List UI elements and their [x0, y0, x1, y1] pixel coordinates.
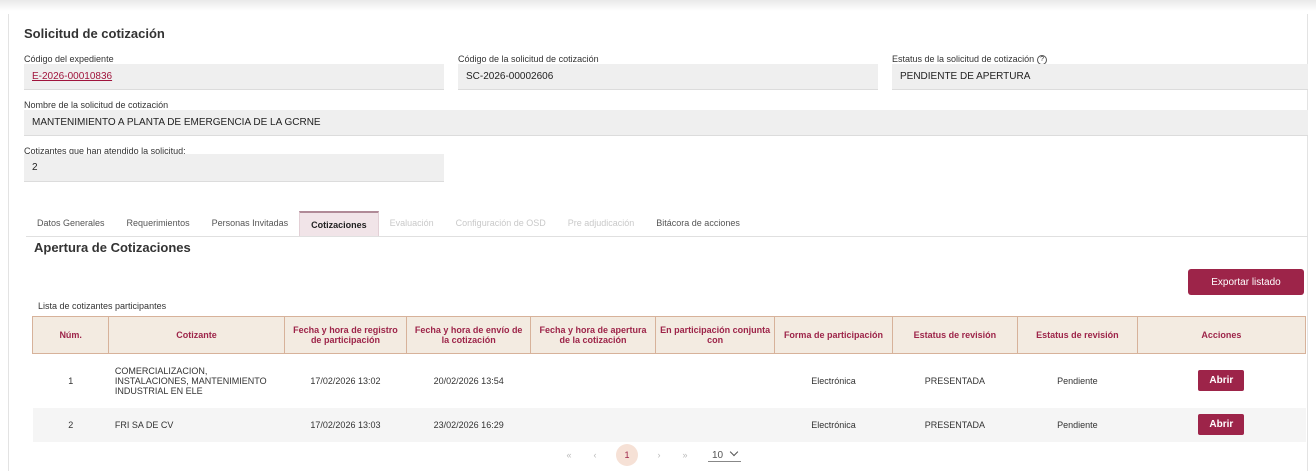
cell-cotizante: FRI SA DE CV: [108, 407, 285, 442]
cell-estatus-2: Pendiente: [1017, 407, 1138, 442]
page-size-value: 10: [712, 449, 724, 461]
cell-forma: Electrónica: [774, 407, 893, 442]
cell-estatus: PRESENTADA: [892, 407, 1018, 442]
section-title: Apertura de Cotizaciones: [34, 240, 191, 255]
header-estatus: Estatus de revisión: [891, 316, 1019, 354]
table-row: 2 FRI SA DE CV 17/02/2026 13:03 23/02/20…: [32, 407, 1306, 442]
tab-datos-generales[interactable]: Datos Generales: [26, 211, 116, 237]
cell-conjunta: [655, 407, 775, 442]
cell-acciones: Abrir: [1137, 407, 1306, 442]
cell-conjunta: [655, 353, 775, 408]
tab-requerimientos[interactable]: Requerimientos: [116, 211, 201, 237]
table-header-row: Núm. Cotizante Fecha y hora de registro …: [31, 316, 1307, 354]
abrir-button[interactable]: Abrir: [1198, 370, 1245, 392]
cell-envio: 23/02/2026 16:29: [406, 407, 531, 442]
list-title: Lista de cotizantes participantes: [38, 301, 167, 311]
first-page-button[interactable]: «: [556, 450, 582, 460]
estatus-field: PENDIENTE DE APERTURA: [892, 64, 1308, 90]
header-cotizante: Cotizante: [108, 316, 285, 354]
header-conjunta: En participación conjunta con: [655, 316, 776, 354]
next-page-button[interactable]: ›: [646, 450, 672, 460]
tab-bar: Datos Generales Requerimientos Personas …: [26, 211, 751, 237]
prev-page-button[interactable]: ‹: [582, 450, 608, 460]
expediente-link[interactable]: E-2026-00010836: [24, 64, 444, 90]
last-page-button[interactable]: »: [672, 450, 698, 460]
estatus-label-text: Estatus de la solicitud de cotización: [892, 54, 1035, 64]
cell-forma: Electrónica: [774, 353, 893, 408]
top-shadow-bar: [0, 0, 1316, 11]
solicitud-label: Código de la solicitud de cotización: [458, 54, 599, 64]
nombre-field: MANTENIMIENTO A PLANTA DE EMERGENCIA DE …: [24, 110, 1308, 136]
pagination: « ‹ 1 › » 10: [556, 444, 742, 466]
abrir-button[interactable]: Abrir: [1198, 414, 1245, 435]
cell-cotizante: COMERCIALIZACION, INSTALACIONES, MANTENI…: [108, 353, 285, 408]
page-size-select[interactable]: 10: [708, 447, 742, 462]
current-page[interactable]: 1: [616, 444, 638, 466]
header-apertura: Fecha y hora de apertura de la cotizació…: [530, 316, 657, 354]
chevron-down-icon: [729, 447, 739, 456]
tab-personas-invitadas[interactable]: Personas Invitadas: [201, 211, 300, 237]
cell-num: 2: [32, 407, 109, 442]
header-envio: Fecha y hora de envío de la cotización: [406, 316, 532, 354]
cotizantes-table: Núm. Cotizante Fecha y hora de registro …: [31, 316, 1307, 442]
header-registro: Fecha y hora de registro de participació…: [283, 316, 408, 354]
header-estatus-2: Estatus de revisión: [1017, 316, 1138, 354]
cell-apertura: [530, 353, 656, 408]
cell-estatus: PRESENTADA: [892, 353, 1018, 408]
cell-envio: 20/02/2026 13:54: [406, 353, 531, 408]
table-row: 1 COMERCIALIZACION, INSTALACIONES, MANTE…: [32, 353, 1306, 408]
expediente-label: Código del expediente: [24, 54, 114, 64]
header-acciones: Acciones: [1136, 316, 1307, 354]
cell-registro: 17/02/2026 13:02: [284, 353, 407, 408]
cotizantes-field: 2: [24, 154, 444, 182]
page-title: Solicitud de cotización: [24, 26, 165, 41]
cell-num: 1: [32, 353, 109, 408]
tab-configuracion-osd: Configuración de OSD: [455, 218, 546, 228]
tab-pre-adjudicacion: Pre adjudicación: [567, 218, 635, 228]
header-num: Núm.: [31, 316, 110, 354]
cell-acciones: Abrir: [1137, 353, 1306, 408]
export-button[interactable]: Exportar listado: [1188, 269, 1304, 295]
nombre-label: Nombre de la solicitud de cotización: [24, 100, 169, 110]
tab-bitacora[interactable]: Bitácora de acciones: [645, 211, 751, 237]
cell-registro: 17/02/2026 13:03: [284, 407, 407, 442]
header-forma: Forma de participación: [774, 316, 893, 354]
cell-apertura: [530, 407, 656, 442]
tab-divider: [26, 236, 1308, 237]
cell-estatus-2: Pendiente: [1017, 353, 1138, 408]
solicitud-field: SC-2026-00002606: [458, 64, 878, 90]
tab-cotizaciones[interactable]: Cotizaciones: [299, 211, 379, 237]
tab-evaluacion: Evaluación: [389, 218, 434, 228]
